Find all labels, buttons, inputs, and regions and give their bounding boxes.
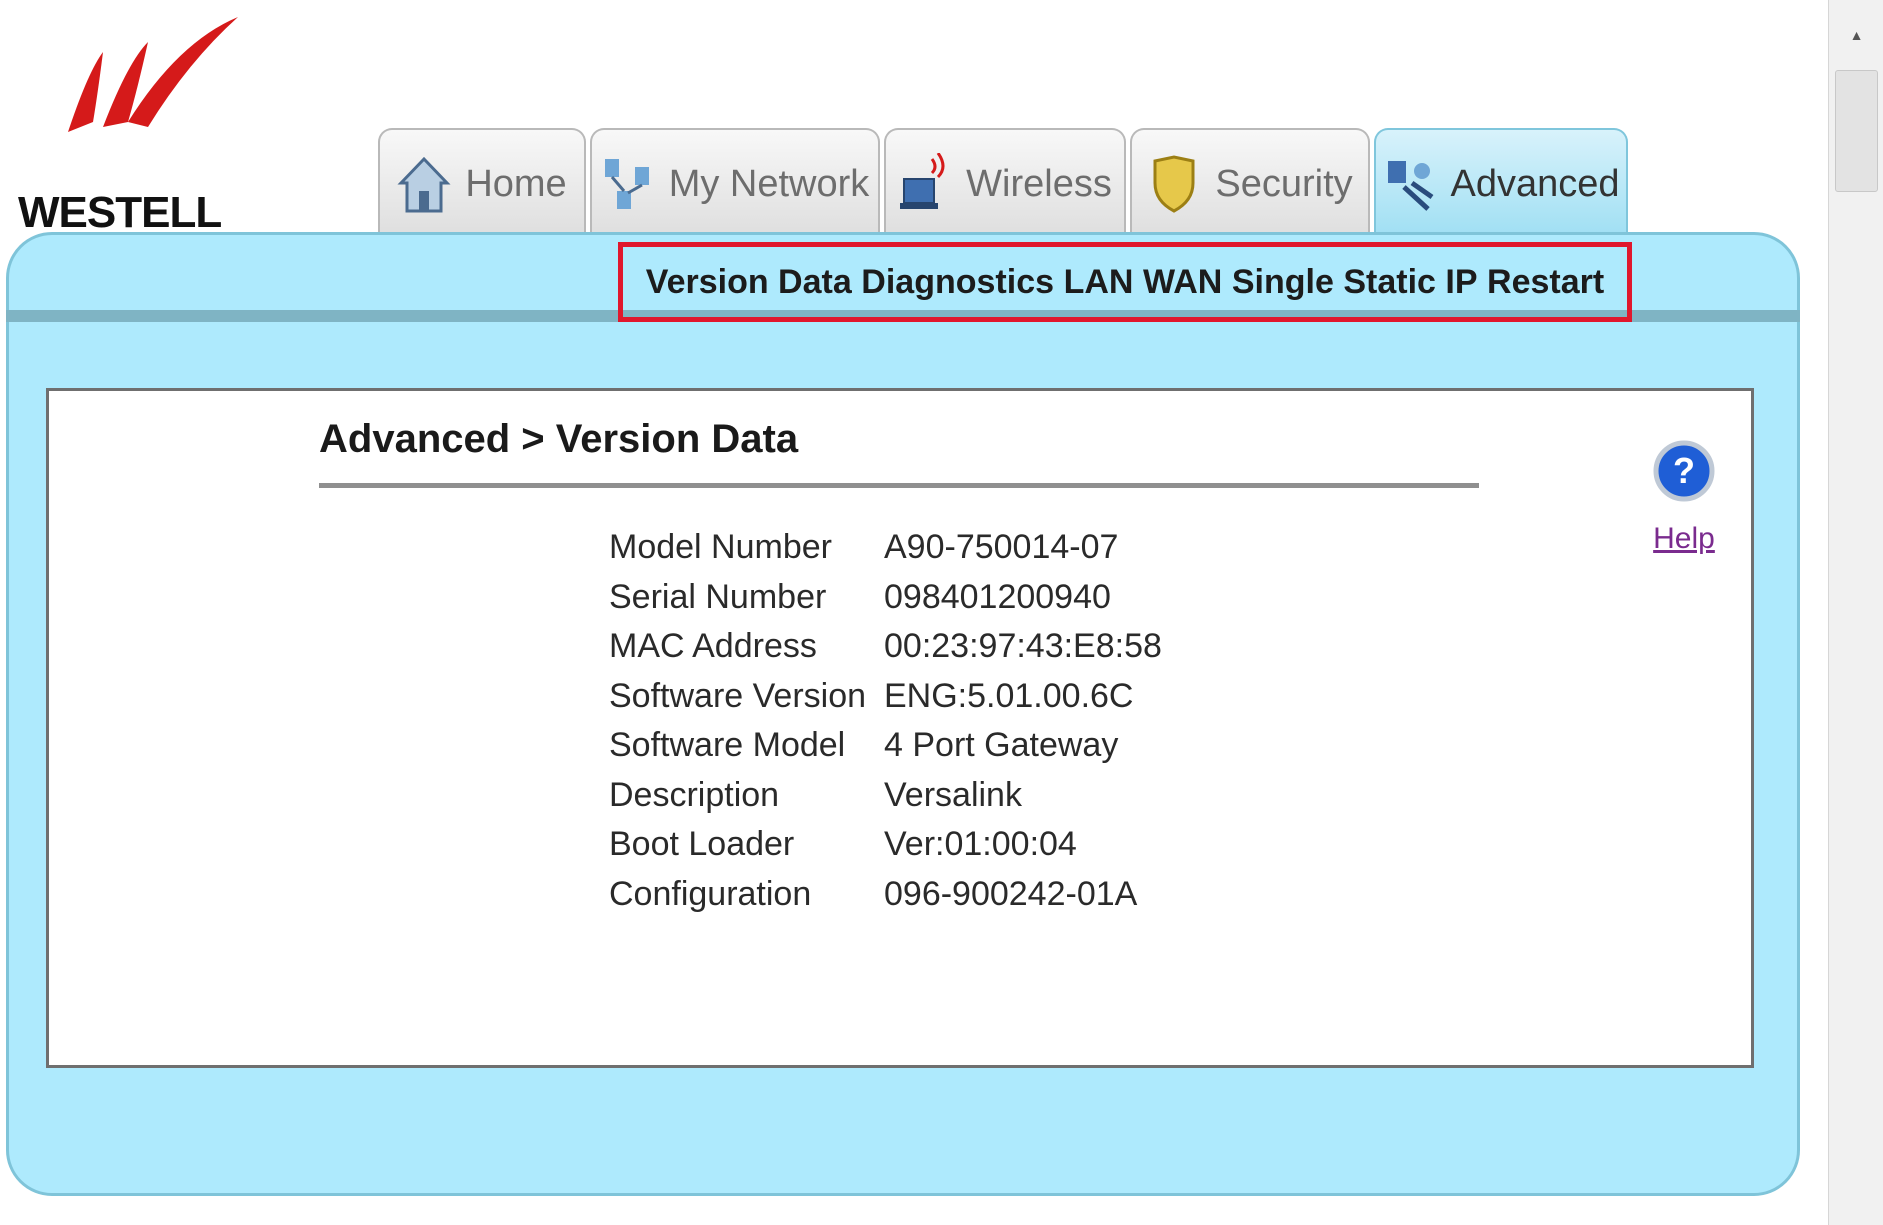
info-value: 096-900242-01A <box>884 874 1138 913</box>
scroll-thumb[interactable] <box>1835 70 1878 192</box>
wireless-computer-icon <box>900 153 945 209</box>
subnav-highlight: Version Data Diagnostics LAN WAN Single … <box>618 242 1632 322</box>
info-label: Configuration <box>609 874 812 913</box>
vertical-scrollbar[interactable]: ▲ <box>1828 0 1883 1225</box>
info-row: Configuration 096-900242-01A <box>609 870 1162 920</box>
help-question-icon[interactable]: ? <box>1652 439 1716 503</box>
info-value: 098401200940 <box>884 577 1111 616</box>
subnav-single-static-ip[interactable]: Single Static IP <box>1232 263 1478 302</box>
help-area: ? Help <box>1649 439 1719 556</box>
subnav-diagnostics[interactable]: Diagnostics <box>861 263 1054 302</box>
version-info-table: Model Number A90-750014-07 Serial Number… <box>609 523 1162 919</box>
tab-my-network[interactable]: My Network <box>590 128 880 238</box>
tab-security[interactable]: Security <box>1130 128 1370 238</box>
subnav-lan[interactable]: LAN <box>1064 263 1134 302</box>
info-row: Software Version ENG:5.01.00.6C <box>609 672 1162 722</box>
info-row: Serial Number 098401200940 <box>609 573 1162 623</box>
info-value: A90-750014-07 <box>884 528 1119 567</box>
shield-icon <box>1153 155 1195 213</box>
info-row: Software Model 4 Port Gateway <box>609 721 1162 771</box>
info-value: Versalink <box>884 775 1022 814</box>
tab-label: My Network <box>668 162 870 205</box>
house-icon <box>397 156 451 213</box>
subnav-wan[interactable]: WAN <box>1143 263 1222 302</box>
logo-text: WESTELL <box>18 188 222 237</box>
info-value: ENG:5.01.00.6C <box>884 676 1134 715</box>
info-label: Software Version <box>609 676 867 715</box>
info-label: Model Number <box>609 528 832 567</box>
page-title: Advanced > Version Data <box>319 417 799 461</box>
info-row: MAC Address 00:23:97:43:E8:58 <box>609 622 1162 672</box>
tab-label: Advanced <box>1450 162 1620 205</box>
subnav-restart[interactable]: Restart <box>1487 263 1604 302</box>
tab-label: Home <box>465 162 567 205</box>
main-tabs: Home My Network Wireless Security Advanc… <box>378 128 1628 238</box>
westell-swoosh-icon <box>68 17 238 132</box>
tab-advanced[interactable]: Advanced <box>1374 128 1628 238</box>
info-row: Boot Loader Ver:01:00:04 <box>609 820 1162 870</box>
scroll-up-arrow-icon[interactable]: ▲ <box>1829 0 1883 70</box>
info-value: Ver:01:00:04 <box>884 825 1077 864</box>
westell-logo: WESTELL <box>18 12 238 237</box>
info-row: Description Versalink <box>609 771 1162 821</box>
help-link[interactable]: Help <box>1649 522 1719 556</box>
info-label: Boot Loader <box>609 825 795 864</box>
svg-text:?: ? <box>1673 450 1695 491</box>
advanced-tools-icon <box>1388 161 1434 211</box>
info-label: MAC Address <box>609 627 817 666</box>
subnav-version-data[interactable]: Version Data <box>646 263 852 302</box>
tab-label: Wireless <box>966 162 1112 205</box>
info-label: Description <box>609 775 780 814</box>
tab-wireless[interactable]: Wireless <box>884 128 1126 238</box>
version-data-panel: Advanced > Version Data Model Number A90… <box>46 388 1754 1068</box>
info-label: Software Model <box>609 726 846 765</box>
title-divider <box>319 483 1479 488</box>
info-row: Model Number A90-750014-07 <box>609 523 1162 573</box>
info-value: 00:23:97:43:E8:58 <box>884 627 1162 666</box>
info-label: Serial Number <box>609 577 827 616</box>
tab-home[interactable]: Home <box>378 128 586 238</box>
network-icon <box>604 159 649 209</box>
tab-label: Security <box>1215 162 1353 205</box>
info-value: 4 Port Gateway <box>884 726 1119 765</box>
